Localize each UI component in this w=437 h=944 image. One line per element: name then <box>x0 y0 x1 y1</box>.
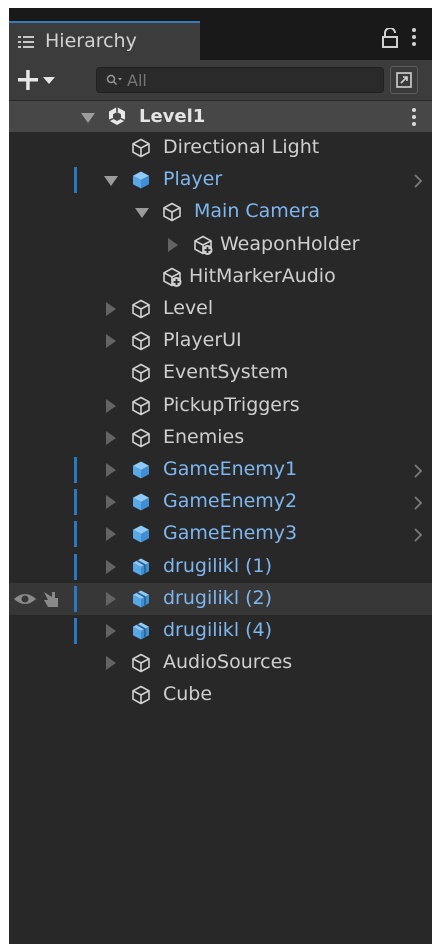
collapsed-arrow-icon[interactable] <box>106 656 116 670</box>
gameobject-cube-icon <box>130 137 152 159</box>
gameobject-cube-icon <box>130 298 152 320</box>
scene-menu-icon[interactable] <box>410 107 418 132</box>
tree-item-label: Main Camera <box>194 200 320 222</box>
tree-item-label: drugilikl (2) <box>163 587 273 609</box>
tree-item-label: GameEnemy3 <box>163 522 298 544</box>
collapsed-arrow-icon[interactable] <box>106 527 116 541</box>
visibility-eye-icon[interactable] <box>13 590 37 608</box>
override-marker <box>74 167 77 193</box>
model-prefab-icon <box>130 588 152 610</box>
expand-arrow-icon[interactable] <box>81 113 95 123</box>
open-prefab-chevron-icon[interactable] <box>413 526 423 542</box>
gameobject-cube-icon <box>161 201 183 223</box>
tree-item-label: PickupTriggers <box>163 394 300 416</box>
expanded-arrow-icon[interactable] <box>135 208 149 218</box>
search-icon[interactable] <box>106 73 124 92</box>
tree-item-main-camera[interactable]: Main Camera <box>9 196 432 228</box>
tree-item-enemies[interactable]: Enemies <box>9 422 432 454</box>
gameobject-cube-icon <box>130 427 152 449</box>
gameobject-cube-icon <box>130 395 152 417</box>
tree-item-label: AudioSources <box>163 651 293 673</box>
override-marker <box>74 586 77 612</box>
tree-item-player[interactable]: Player <box>9 164 432 196</box>
prefab-cube-icon <box>130 169 152 191</box>
prefab-cube-icon <box>130 459 152 481</box>
create-dropdown-button[interactable] <box>15 66 71 94</box>
scene-name: Level1 <box>139 106 206 127</box>
tree-item-weaponholder[interactable]: WeaponHolder <box>9 229 432 261</box>
added-gameobject-icon <box>192 234 214 256</box>
tab-title: Hierarchy <box>45 30 137 52</box>
tree-item-label: EventSystem <box>163 361 289 383</box>
override-marker <box>74 521 77 547</box>
tree-item-label: drugilikl (1) <box>163 555 273 577</box>
tree-item-gameenemy2[interactable]: GameEnemy2 <box>9 486 432 518</box>
override-marker <box>74 457 77 483</box>
collapsed-arrow-icon[interactable] <box>106 624 116 638</box>
tree-item-label: Player <box>163 168 223 190</box>
gameobject-cube-icon <box>130 362 152 384</box>
gameobject-cube-icon <box>130 684 152 706</box>
override-marker <box>74 554 77 580</box>
tree-item-gameenemy3[interactable]: GameEnemy3 <box>9 518 432 550</box>
tree-item-label: PlayerUI <box>163 329 242 351</box>
collapsed-arrow-icon[interactable] <box>106 560 116 574</box>
hierarchy-window: Hierarchy All Level1 Directional Light P… <box>9 8 432 944</box>
tree-item-drugilikl-4[interactable]: drugilikl (4) <box>9 615 432 647</box>
tree-item-label: GameEnemy2 <box>163 490 298 512</box>
gameobject-cube-icon <box>130 330 152 352</box>
override-marker <box>74 489 77 515</box>
more-options-icon[interactable] <box>408 26 420 48</box>
tab-bar: Hierarchy <box>9 8 432 60</box>
tree-item-drugilikl-1[interactable]: drugilikl (1) <box>9 551 432 583</box>
collapsed-arrow-icon[interactable] <box>106 495 116 509</box>
tab-hierarchy[interactable]: Hierarchy <box>9 21 200 60</box>
hierarchy-toolbar <box>9 60 432 100</box>
tree-item-label: Directional Light <box>163 136 320 158</box>
override-marker <box>74 618 77 644</box>
tree-item-label: Enemies <box>163 426 245 448</box>
tree-item-audiosources[interactable]: AudioSources <box>9 647 432 679</box>
collapsed-arrow-icon[interactable] <box>168 238 178 252</box>
tree-item-eventsystem[interactable]: EventSystem <box>9 357 432 389</box>
tree-item-label: drugilikl (4) <box>163 619 273 641</box>
prefab-cube-icon <box>130 523 152 545</box>
tree-item-gameenemy1[interactable]: GameEnemy1 <box>9 454 432 486</box>
scene-visibility-toggle-icon[interactable] <box>390 66 418 94</box>
tree-item-hitmarkeraudio[interactable]: HitMarkerAudio <box>9 261 432 293</box>
tree-item-cube[interactable]: Cube <box>9 679 432 711</box>
tree-item-drugilikl-2[interactable]: drugilikl (2) <box>9 583 432 615</box>
open-prefab-chevron-icon[interactable] <box>413 494 423 510</box>
model-prefab-icon <box>130 620 152 642</box>
unity-scene-icon <box>106 105 128 127</box>
tree-item-pickuptriggers[interactable]: PickupTriggers <box>9 390 432 422</box>
model-prefab-icon <box>130 556 152 578</box>
prefab-cube-icon <box>130 491 152 513</box>
search-input[interactable] <box>127 70 377 90</box>
collapsed-arrow-icon[interactable] <box>106 463 116 477</box>
lock-icon[interactable] <box>382 27 398 48</box>
gameobject-cube-icon <box>130 652 152 674</box>
tree-item-playerui[interactable]: PlayerUI <box>9 325 432 357</box>
collapsed-arrow-icon[interactable] <box>106 399 116 413</box>
collapsed-arrow-icon[interactable] <box>106 334 116 348</box>
collapsed-arrow-icon[interactable] <box>106 302 116 316</box>
added-gameobject-icon <box>161 266 183 288</box>
search-field[interactable] <box>96 67 384 93</box>
tree-item-level[interactable]: Level <box>9 293 432 325</box>
tree-item-label: HitMarkerAudio <box>189 265 336 287</box>
tree-item-label: WeaponHolder <box>220 233 360 255</box>
expanded-arrow-icon[interactable] <box>104 176 118 186</box>
tree-item-label: GameEnemy1 <box>163 458 298 480</box>
scene-row-level1[interactable]: Level1 <box>9 101 432 132</box>
tree-item-label: Level <box>163 297 214 319</box>
collapsed-arrow-icon[interactable] <box>106 431 116 445</box>
open-prefab-chevron-icon[interactable] <box>413 462 423 478</box>
list-icon <box>18 32 34 48</box>
pickability-hand-icon[interactable] <box>40 588 62 610</box>
tree-item-label: Cube <box>163 683 213 705</box>
open-prefab-chevron-icon[interactable] <box>413 172 423 188</box>
tree-item-directional-light[interactable]: Directional Light <box>9 132 432 164</box>
collapsed-arrow-icon[interactable] <box>106 592 116 606</box>
